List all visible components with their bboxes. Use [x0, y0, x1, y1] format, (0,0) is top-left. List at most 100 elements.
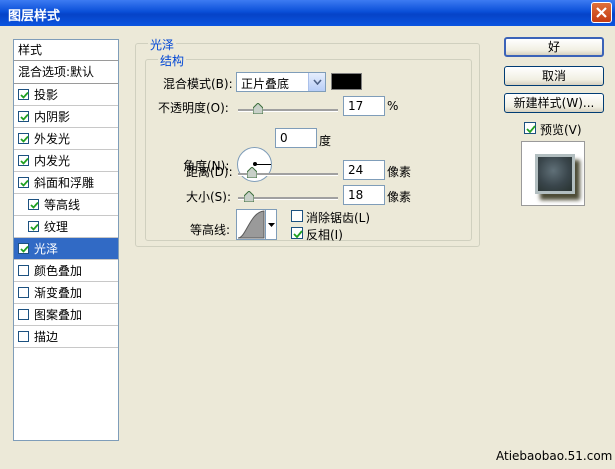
- opacity-value: 17: [348, 99, 364, 113]
- style-item-label: 斜面和浮雕: [34, 176, 95, 190]
- distance-slider-thumb[interactable]: [246, 167, 257, 178]
- satin-color-swatch[interactable]: [331, 73, 362, 90]
- preview-checkbox[interactable]: [524, 122, 536, 134]
- gradient-overlay-checkbox[interactable]: [18, 287, 29, 298]
- opacity-slider-thumb[interactable]: [253, 103, 264, 114]
- pattern-overlay-checkbox[interactable]: [18, 309, 29, 320]
- style-item-satin[interactable]: 光泽: [14, 238, 118, 260]
- ok-button[interactable]: 好: [504, 37, 604, 57]
- style-item-inner-glow[interactable]: 内发光: [14, 150, 118, 172]
- inner-glow-checkbox[interactable]: [18, 155, 29, 166]
- angle-unit: 度: [319, 134, 332, 148]
- style-preview-thumbnail: [535, 154, 575, 194]
- contour-curve-icon: [237, 210, 265, 239]
- outer-glow-checkbox[interactable]: [18, 133, 29, 144]
- style-item-label: 图案叠加: [34, 308, 83, 322]
- style-list-header[interactable]: 样式: [14, 40, 118, 61]
- angle-dial-needle: [255, 164, 271, 165]
- preview-label: 预览(V): [540, 123, 582, 137]
- style-item-label: 描边: [34, 330, 59, 344]
- invert-label: 反相(I): [306, 228, 343, 242]
- distance-label: 距离(D):: [186, 165, 233, 179]
- style-item-pattern-overlay[interactable]: 图案叠加: [14, 304, 118, 326]
- check-icon: [293, 230, 303, 239]
- style-item-color-overlay[interactable]: 颜色叠加: [14, 260, 118, 282]
- size-slider-thumb[interactable]: [244, 191, 255, 202]
- check-icon: [20, 135, 29, 143]
- style-item-label: 内发光: [34, 154, 71, 168]
- blend-mode-select[interactable]: 正片叠底: [236, 72, 326, 92]
- style-item-label: 等高线: [44, 198, 81, 212]
- color-overlay-checkbox[interactable]: [18, 265, 29, 276]
- opacity-input[interactable]: 17: [343, 96, 385, 116]
- stroke-checkbox[interactable]: [18, 331, 29, 342]
- dialog-client: 样式 混合选项:默认 投影 内阴影 外发光 内发光 斜面和浮雕 等高线 纹理 光…: [0, 26, 615, 469]
- blend-options-item[interactable]: 混合选项:默认: [14, 61, 118, 84]
- check-icon: [20, 91, 29, 99]
- check-icon: [20, 179, 29, 187]
- cancel-button[interactable]: 取消: [504, 66, 604, 86]
- angle-value: 0: [280, 131, 288, 145]
- style-item-label: 内阴影: [34, 110, 71, 124]
- distance-unit: 像素: [387, 165, 412, 179]
- blend-mode-value: 正片叠底: [241, 77, 290, 91]
- check-icon: [20, 113, 29, 121]
- contour-label: 等高线:: [190, 223, 231, 237]
- style-item-label: 外发光: [34, 132, 71, 146]
- style-item-stroke[interactable]: 描边: [14, 326, 118, 348]
- style-item-label: 纹理: [44, 220, 69, 234]
- check-icon: [30, 201, 39, 209]
- distance-input[interactable]: 24: [343, 160, 385, 180]
- invert-checkbox[interactable]: [291, 227, 303, 239]
- blend-mode-label: 混合模式(B):: [163, 77, 233, 91]
- style-preview: [521, 141, 585, 206]
- style-item-contour[interactable]: 等高线: [14, 194, 118, 216]
- close-icon: [596, 7, 607, 18]
- inner-shadow-checkbox[interactable]: [18, 111, 29, 122]
- check-icon: [20, 245, 29, 253]
- drop-shadow-checkbox[interactable]: [18, 89, 29, 100]
- chevron-down-icon: [313, 79, 322, 85]
- window-title: 图层样式: [8, 9, 61, 24]
- style-list: 样式 混合选项:默认 投影 内阴影 外发光 内发光 斜面和浮雕 等高线 纹理 光…: [13, 39, 119, 441]
- title-bar: 图层样式: [0, 0, 615, 26]
- style-item-label: 渐变叠加: [34, 286, 83, 300]
- structure-group-title: 结构: [158, 52, 187, 69]
- contour-dropdown-button[interactable]: [266, 209, 277, 240]
- check-icon: [30, 223, 39, 231]
- opacity-unit: %: [387, 99, 399, 113]
- size-slider[interactable]: [238, 191, 338, 202]
- texture-checkbox[interactable]: [28, 221, 39, 232]
- style-item-bevel-emboss[interactable]: 斜面和浮雕: [14, 172, 118, 194]
- check-icon: [20, 157, 29, 165]
- antialias-checkbox[interactable]: [291, 210, 303, 222]
- style-item-inner-shadow[interactable]: 内阴影: [14, 106, 118, 128]
- bevel-emboss-checkbox[interactable]: [18, 177, 29, 188]
- style-item-outer-glow[interactable]: 外发光: [14, 128, 118, 150]
- new-style-button[interactable]: 新建样式(W)...: [504, 93, 604, 113]
- style-item-gradient-overlay[interactable]: 渐变叠加: [14, 282, 118, 304]
- angle-input[interactable]: 0: [275, 128, 317, 148]
- size-label: 大小(S):: [186, 190, 232, 204]
- contour-checkbox[interactable]: [28, 199, 39, 210]
- contour-picker[interactable]: [236, 209, 266, 240]
- satin-group-title: 光泽: [148, 36, 177, 53]
- blend-mode-dropdown-button[interactable]: [308, 73, 325, 91]
- style-item-label: 颜色叠加: [34, 264, 83, 278]
- style-item-label: 光泽: [34, 242, 59, 256]
- style-item-drop-shadow[interactable]: 投影: [14, 84, 118, 106]
- close-button[interactable]: [591, 2, 612, 23]
- antialias-label: 消除锯齿(L): [306, 211, 371, 225]
- style-item-label: 投影: [34, 88, 59, 102]
- watermark-text: Atiebaobao.51.com: [496, 449, 613, 463]
- triangle-down-icon: [268, 223, 275, 227]
- size-value: 18: [348, 188, 364, 202]
- distance-slider[interactable]: [238, 167, 338, 178]
- opacity-slider[interactable]: [238, 103, 338, 114]
- style-item-texture[interactable]: 纹理: [14, 216, 118, 238]
- check-icon: [526, 125, 536, 134]
- size-unit: 像素: [387, 190, 412, 204]
- size-input[interactable]: 18: [343, 185, 385, 205]
- distance-value: 24: [348, 163, 364, 177]
- satin-checkbox[interactable]: [18, 243, 29, 254]
